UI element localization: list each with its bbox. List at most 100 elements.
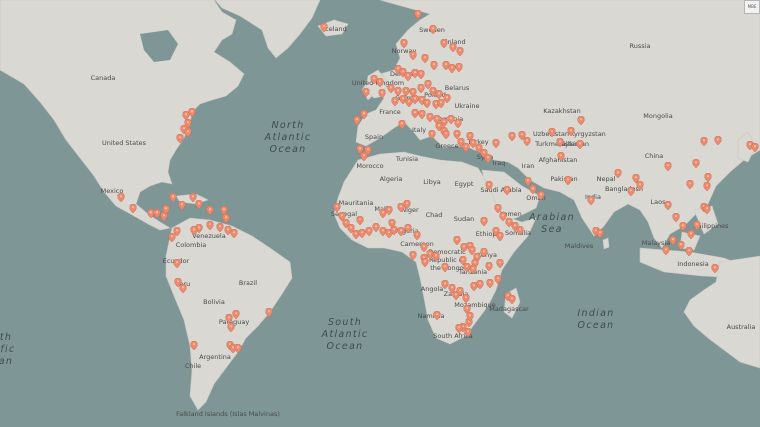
map-pin-icon[interactable]: [417, 70, 425, 79]
map-pin-icon[interactable]: [169, 193, 177, 202]
map-pin-icon[interactable]: [188, 108, 196, 117]
map-pin-icon[interactable]: [693, 221, 701, 230]
map-pin-icon[interactable]: [184, 128, 192, 137]
map-pin-icon[interactable]: [227, 323, 235, 332]
map-pin-icon[interactable]: [397, 227, 405, 236]
map-pin-icon[interactable]: [462, 294, 470, 303]
map-pin-icon[interactable]: [225, 314, 233, 323]
map-pin-icon[interactable]: [176, 134, 184, 143]
map-pin-icon[interactable]: [466, 312, 474, 321]
map-pin-icon[interactable]: [234, 344, 242, 353]
map-pin-icon[interactable]: [516, 226, 524, 235]
map-pin-icon[interactable]: [687, 230, 695, 239]
map-pin-icon[interactable]: [388, 219, 396, 228]
map-pin-icon[interactable]: [496, 259, 504, 268]
map-pin-icon[interactable]: [711, 264, 719, 273]
map-pin-icon[interactable]: [567, 127, 575, 136]
map-pin-icon[interactable]: [409, 51, 417, 60]
map-pin-icon[interactable]: [454, 119, 462, 128]
map-pin-icon[interactable]: [195, 200, 203, 209]
map-pin-icon[interactable]: [391, 97, 399, 106]
map-pin-icon[interactable]: [596, 229, 604, 238]
map-pin-icon[interactable]: [508, 132, 516, 141]
map-pin-icon[interactable]: [206, 221, 214, 230]
map-pin-icon[interactable]: [679, 222, 687, 231]
map-pin-icon[interactable]: [557, 152, 565, 161]
map-pin-icon[interactable]: [353, 116, 361, 125]
map-pin-icon[interactable]: [476, 280, 484, 289]
map-pin-icon[interactable]: [692, 159, 700, 168]
map-pin-icon[interactable]: [423, 99, 431, 108]
map-pin-icon[interactable]: [440, 39, 448, 48]
map-pin-icon[interactable]: [265, 308, 273, 317]
map-pin-icon[interactable]: [443, 94, 451, 103]
map-pin-icon[interactable]: [453, 236, 461, 245]
map-pin-icon[interactable]: [556, 138, 564, 147]
world-map[interactable]: IcelandSwedenFinlandNorwayRussiaCanadaUn…: [0, 0, 760, 427]
map-pin-icon[interactable]: [636, 181, 644, 190]
map-pin-icon[interactable]: [435, 90, 443, 99]
map-pin-icon[interactable]: [447, 115, 455, 124]
map-pin-icon[interactable]: [162, 205, 170, 214]
map-pin-icon[interactable]: [153, 209, 161, 218]
map-pin-icon[interactable]: [129, 204, 137, 213]
map-pin-icon[interactable]: [222, 214, 230, 223]
map-pin-icon[interactable]: [411, 95, 419, 104]
map-pin-icon[interactable]: [190, 226, 198, 235]
map-pin-icon[interactable]: [190, 341, 198, 350]
map-pin-icon[interactable]: [418, 110, 426, 119]
map-pin-icon[interactable]: [387, 84, 395, 93]
map-pin-icon[interactable]: [360, 152, 368, 161]
map-pin-icon[interactable]: [356, 216, 364, 225]
map-pin-icon[interactable]: [173, 259, 181, 268]
map-pin-icon[interactable]: [662, 246, 670, 255]
map-pin-icon[interactable]: [455, 324, 463, 333]
map-pin-icon[interactable]: [614, 169, 622, 178]
map-pin-icon[interactable]: [404, 224, 412, 233]
map-pin-icon[interactable]: [480, 217, 488, 226]
map-pin-icon[interactable]: [365, 227, 373, 236]
map-pin-icon[interactable]: [179, 284, 187, 293]
map-pin-icon[interactable]: [751, 143, 759, 152]
map-pin-icon[interactable]: [464, 328, 472, 337]
map-pin-icon[interactable]: [360, 110, 368, 119]
map-pin-icon[interactable]: [455, 63, 463, 72]
map-pin-icon[interactable]: [117, 193, 125, 202]
map-pin-icon[interactable]: [426, 113, 434, 122]
map-pin-icon[interactable]: [449, 43, 457, 52]
map-pin-icon[interactable]: [372, 223, 380, 232]
map-pin-icon[interactable]: [677, 241, 685, 250]
map-pin-icon[interactable]: [421, 258, 429, 267]
map-pin-icon[interactable]: [664, 162, 672, 171]
map-pin-icon[interactable]: [529, 185, 537, 194]
map-pin-icon[interactable]: [577, 116, 585, 125]
map-pin-icon[interactable]: [672, 213, 680, 222]
map-pin-icon[interactable]: [704, 173, 712, 182]
map-pin-icon[interactable]: [480, 248, 488, 257]
map-pin-icon[interactable]: [216, 223, 224, 232]
map-pin-icon[interactable]: [548, 128, 556, 137]
map-pin-icon[interactable]: [564, 176, 572, 185]
map-pin-icon[interactable]: [429, 25, 437, 34]
map-pin-icon[interactable]: [442, 130, 450, 139]
map-pin-icon[interactable]: [400, 39, 408, 48]
map-pin-icon[interactable]: [378, 89, 386, 98]
map-pin-icon[interactable]: [523, 137, 531, 146]
map-pin-icon[interactable]: [409, 251, 417, 260]
map-pin-icon[interactable]: [441, 280, 449, 289]
map-pin-icon[interactable]: [703, 205, 711, 214]
map-pin-icon[interactable]: [385, 206, 393, 215]
map-pin-icon[interactable]: [362, 88, 370, 97]
map-pin-icon[interactable]: [206, 206, 214, 215]
map-pin-icon[interactable]: [714, 136, 722, 145]
map-pin-icon[interactable]: [503, 186, 511, 195]
map-pin-icon[interactable]: [485, 262, 493, 271]
map-pin-icon[interactable]: [404, 72, 412, 81]
map-pin-icon[interactable]: [669, 236, 677, 245]
map-pin-icon[interactable]: [664, 201, 672, 210]
map-pin-icon[interactable]: [398, 120, 406, 129]
map-pin-icon[interactable]: [703, 182, 711, 191]
map-pin-icon[interactable]: [587, 196, 595, 205]
map-pin-icon[interactable]: [456, 47, 464, 56]
map-pin-icon[interactable]: [685, 247, 693, 256]
